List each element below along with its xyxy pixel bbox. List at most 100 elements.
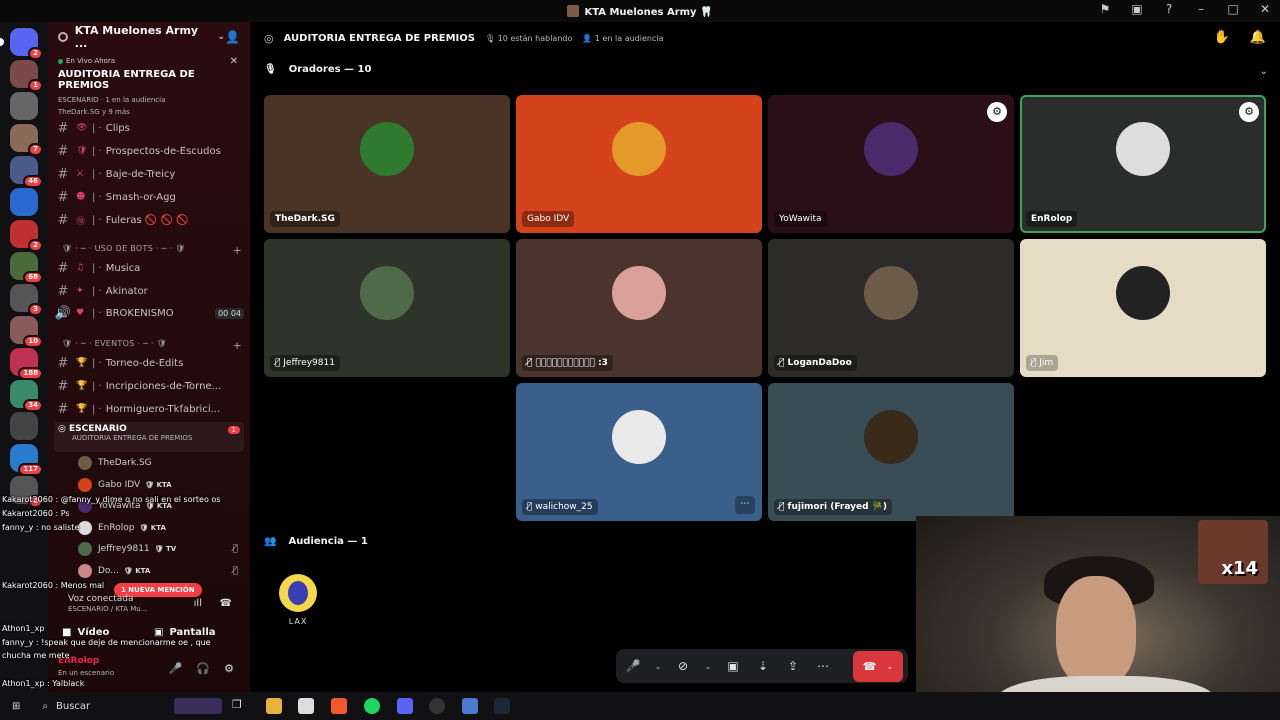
speaker-tile[interactable]: EnRolop ⚙ bbox=[1020, 95, 1266, 233]
hangup-icon: ☎ bbox=[862, 660, 877, 673]
add-channel-icon[interactable]: + bbox=[232, 244, 242, 257]
move-to-audience-icon[interactable]: ⇣ bbox=[754, 659, 772, 673]
task-view-icon[interactable]: ❐ bbox=[232, 698, 248, 714]
server-icon[interactable]: 10 bbox=[10, 316, 43, 348]
disconnect-icon[interactable]: ☎ bbox=[220, 598, 232, 609]
server-icon[interactable]: 188 bbox=[10, 348, 43, 380]
channel-category[interactable]: 🛡 · ─ · EVENTOS · ─ · 🛡 + bbox=[62, 339, 242, 352]
chevron-down-icon[interactable]: ⌄ bbox=[218, 32, 226, 42]
discord-icon[interactable] bbox=[397, 698, 413, 714]
server-icon[interactable]: 68 bbox=[10, 252, 43, 284]
server-badge: 188 bbox=[18, 367, 43, 380]
speaker-tile[interactable]: 🎙̸ Jeffrey9811 bbox=[264, 239, 510, 377]
server-badge: 1 bbox=[28, 79, 43, 92]
stage-channel[interactable]: ◎ ESCENARIO AUDITORIA ENTREGA DE PREMIOS… bbox=[54, 422, 244, 452]
channel-emoji-icon: 🏆 bbox=[76, 358, 88, 368]
steam-icon[interactable] bbox=[494, 698, 510, 714]
inbox-icon[interactable]: ⚑ bbox=[1098, 2, 1112, 16]
screen-share-icon[interactable]: ▣ bbox=[724, 659, 742, 673]
live-stage-card[interactable]: En Vivo Ahora AUDITORIA ENTREGA DE PREMI… bbox=[54, 54, 244, 119]
notification-icon[interactable]: 🔔 bbox=[1250, 30, 1266, 45]
brave-icon[interactable] bbox=[331, 698, 347, 714]
maximize-button[interactable]: □ bbox=[1226, 2, 1240, 16]
obs-icon[interactable] bbox=[429, 698, 445, 714]
server-icon[interactable] bbox=[10, 412, 38, 440]
text-channel[interactable]: # ⑱ | · Fuleras 🚫 🚫 🚫 bbox=[54, 210, 244, 230]
channel-emoji-icon: ✦ bbox=[76, 286, 84, 296]
chat-message: fanny_y : no saliste bbox=[2, 523, 80, 532]
text-channel[interactable]: # 🏆 | · Incripciones-de-Torne... bbox=[54, 376, 244, 396]
app-icon[interactable] bbox=[462, 698, 478, 714]
speaker-tile[interactable]: YoWawita ⚙ bbox=[768, 95, 1014, 233]
headphones-icon[interactable]: 🎧 bbox=[196, 662, 210, 675]
speaker-tile[interactable]: TheDark.SG bbox=[264, 95, 510, 233]
channel-emoji-icon: 🏆 bbox=[76, 381, 88, 391]
speaker-tile[interactable]: 🎙̸ 𝓓𝓸𝓷𝓒𝓸𝓶𝓮𝓭𝓲𝓪𝓼 :3 bbox=[516, 239, 762, 377]
speaker-tile[interactable]: 🎙̸ walichow_25 ⋯ bbox=[516, 383, 762, 521]
widgets-image[interactable] bbox=[174, 698, 222, 714]
server-icon[interactable]: 117 bbox=[10, 444, 43, 476]
file-explorer-icon[interactable] bbox=[266, 698, 282, 714]
more-options-icon[interactable]: ⋯ bbox=[735, 496, 755, 514]
chevron-down-icon[interactable]: ⌄ bbox=[1260, 66, 1268, 77]
text-channel[interactable]: # ✦ | · Akinator bbox=[54, 281, 244, 301]
text-channel[interactable]: # 🏆 | · Torneo-de-Edits bbox=[54, 353, 244, 373]
speaker-tile[interactable]: 🎙̸ fujimori (Frayed 🎋) bbox=[768, 383, 1014, 521]
server-icon[interactable]: 3 bbox=[10, 284, 43, 316]
hash-icon: # bbox=[57, 378, 69, 394]
mic-icon[interactable]: 🎤 bbox=[169, 662, 183, 675]
text-channel[interactable]: # ☻ | · Smash-or-Agg bbox=[54, 187, 244, 207]
channel-separator: | · bbox=[92, 380, 102, 392]
channel-category[interactable]: 🛡 · ─ · USO DE BOTS · ─ · 🛡 + bbox=[62, 244, 242, 257]
mic-icon[interactable]: 🎤 bbox=[624, 659, 642, 673]
raise-hand-icon[interactable]: ✋ bbox=[1214, 30, 1230, 45]
server-icon[interactable] bbox=[10, 188, 38, 216]
text-channel[interactable]: # ⚔ | · Baje-de-Treicy bbox=[54, 164, 244, 184]
server-icon[interactable]: 7 bbox=[10, 124, 43, 156]
close-button[interactable]: ✕ bbox=[1258, 2, 1272, 16]
stage-member[interactable]: Do... 🛡 KTA 🎙̸ bbox=[78, 561, 238, 581]
speaker-tile[interactable]: 🎙̸ LoganDaDoo bbox=[768, 239, 1014, 377]
add-channel-icon[interactable]: + bbox=[232, 339, 242, 352]
channel-separator: | · bbox=[92, 307, 102, 319]
text-channel[interactable]: # 🏆 | · Hormiguero-Tkfabrici... bbox=[54, 399, 244, 419]
speaker-tile[interactable]: Gabo IDV bbox=[516, 95, 762, 233]
stage-member[interactable]: Gabo IDV 🛡 KTA bbox=[78, 475, 238, 495]
chevron-down-icon[interactable]: ⌄ bbox=[704, 662, 712, 671]
discord-home-icon[interactable]: 2 bbox=[0, 28, 43, 60]
invite-speakers-icon[interactable]: ⇪ bbox=[784, 659, 802, 673]
speaker-tile[interactable]: 🎙̸ Jim bbox=[1020, 239, 1266, 377]
stage-member[interactable]: EnRolop 🛡 KTA bbox=[78, 518, 238, 538]
voice-channel[interactable]: 🔊 ♥ | · BROKENISMO 00 04 bbox=[54, 303, 244, 323]
server-icon[interactable]: 46 bbox=[10, 156, 43, 188]
server-icon[interactable]: 34 bbox=[10, 380, 43, 412]
close-icon[interactable]: ✕ bbox=[230, 56, 238, 67]
screen-icon[interactable]: ▣ bbox=[1130, 2, 1144, 16]
server-icon[interactable]: 2 bbox=[10, 220, 43, 252]
server-header[interactable]: KTA Muelones Army ... ⌄ 👤 bbox=[48, 22, 250, 52]
stage-member[interactable]: Jeffrey9811 🛡 TV 🎙̸ bbox=[78, 539, 238, 559]
windows-icon[interactable]: ⊞ bbox=[12, 701, 20, 712]
server-icon[interactable]: 1 bbox=[10, 60, 43, 92]
minimize-button[interactable]: – bbox=[1194, 2, 1208, 16]
gear-icon[interactable]: ⚙ bbox=[224, 662, 234, 675]
spotify-icon[interactable] bbox=[364, 698, 380, 714]
hash-icon: # bbox=[57, 212, 69, 228]
chevron-down-icon[interactable]: ⌄ bbox=[654, 662, 662, 671]
server-badge: 10 bbox=[23, 335, 43, 348]
signal-icon[interactable]: ıll bbox=[194, 598, 202, 609]
store-icon[interactable] bbox=[298, 698, 314, 714]
text-channel[interactable]: # ♫ | · Musica bbox=[54, 258, 244, 278]
text-channel[interactable]: # 👁 | · Clips bbox=[54, 118, 244, 138]
hash-icon: # bbox=[57, 120, 69, 136]
text-channel[interactable]: # 🛡 | · Prospectos-de-Escudos bbox=[54, 141, 244, 161]
help-icon[interactable]: ? bbox=[1162, 2, 1176, 16]
channel-name: Baje-de-Treicy bbox=[105, 168, 176, 180]
leave-stage-button[interactable]: ☎ ⌄ bbox=[853, 651, 903, 682]
server-icon[interactable] bbox=[10, 92, 38, 120]
more-icon[interactable]: ⋯ bbox=[814, 659, 832, 673]
audience-member[interactable]: LAX bbox=[278, 574, 318, 626]
stage-member[interactable]: TheDark.SG bbox=[78, 453, 238, 473]
invite-icon[interactable]: 👤 bbox=[225, 30, 240, 44]
camera-off-icon[interactable]: ⊘ bbox=[674, 659, 692, 673]
